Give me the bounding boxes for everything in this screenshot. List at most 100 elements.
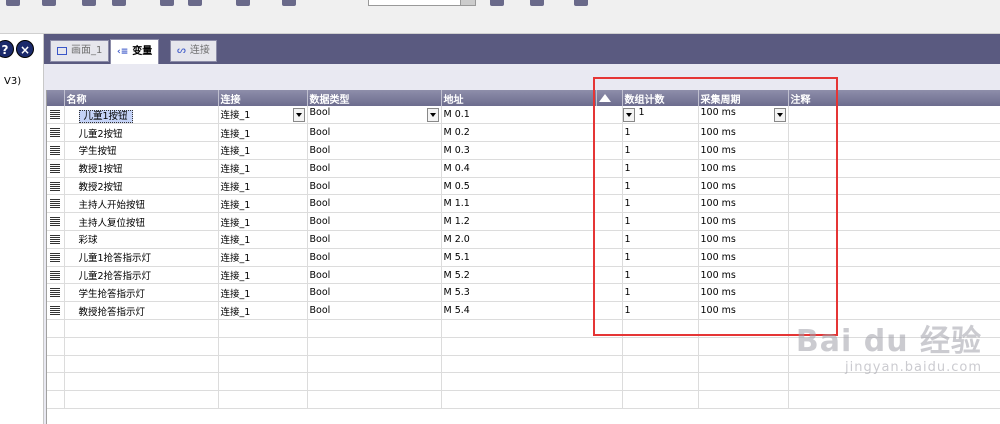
cell-address[interactable]: M 0.1 [441,106,623,125]
cell-connection[interactable]: 连接_1 [218,230,308,249]
table-row[interactable]: 教授1按钮 连接_1 Bool M 0.4 1 100 ms [47,159,1000,178]
cell-name[interactable]: 教授抢答指示灯 [64,301,219,321]
cell-cycle[interactable]: 100 ms [698,123,789,143]
empty-cell[interactable] [307,390,442,410]
empty-cell[interactable] [218,337,308,356]
cell-address[interactable]: M 2.0 [441,230,623,249]
toolbar-icon[interactable] [42,0,56,6]
empty-cell[interactable] [622,355,699,374]
cell-array-count[interactable]: 1 [622,123,699,143]
cell-comment[interactable] [788,212,1000,232]
row-handle[interactable] [47,283,65,303]
toolbar-icon[interactable] [236,0,250,6]
empty-cell[interactable] [307,372,442,392]
cell-cycle[interactable]: 100 ms [698,177,789,196]
empty-cell[interactable] [622,319,699,338]
cell-array-count[interactable]: 1 [622,194,699,214]
cell-datatype[interactable]: Bool [307,177,442,196]
cell-array-count[interactable]: 1 [622,141,699,160]
cell-name[interactable]: 儿童1抢答指示灯 [64,248,219,267]
empty-cell[interactable] [441,390,623,410]
header-array-count[interactable]: 数组计数 [622,90,699,106]
empty-cell[interactable] [307,319,442,338]
cell-cycle[interactable]: 100 ms [698,283,789,303]
cell-connection[interactable]: 连接_1 [218,266,308,285]
cell-name[interactable]: 主持人开始按钮 [64,194,219,214]
empty-cell[interactable] [622,337,699,356]
toolbar-icon[interactable] [160,0,174,6]
empty-cell[interactable] [64,390,219,410]
cell-cycle[interactable]: 100 ms [698,159,789,178]
cell-cycle[interactable]: 100 ms [698,230,789,249]
empty-cell[interactable] [64,355,219,374]
cell-connection[interactable]: 连接_1 [218,194,308,214]
cell-datatype[interactable]: Bool [307,212,442,232]
row-handle[interactable] [47,159,65,178]
cell-cycle[interactable]: 100 ms [698,248,789,267]
cell-comment[interactable] [788,159,1000,178]
table-row[interactable]: 儿童2按钮 连接_1 Bool M 0.2 1 100 ms [47,123,1000,143]
empty-cell[interactable] [64,319,219,338]
row-handle[interactable] [47,141,65,160]
cell-connection[interactable]: 连接_1 [218,141,308,160]
cell-address[interactable]: M 0.2 [441,123,623,143]
row-handle[interactable] [47,194,65,214]
cell-datatype[interactable]: Bool [307,106,442,125]
cell-connection[interactable]: 连接_1 [218,212,308,232]
cell-cycle[interactable]: 100 ms [698,141,789,160]
cell-datatype[interactable]: Bool [307,230,442,249]
tab-screen-1[interactable]: 画面_1 [50,40,110,62]
cell-datatype[interactable]: Bool [307,248,442,267]
empty-cell[interactable] [698,372,789,392]
cell-name[interactable]: 学生按钮 [64,141,219,160]
tab-variables[interactable]: ‹≡ 变量 [110,39,160,64]
cell-comment[interactable] [788,177,1000,196]
table-row[interactable]: 彩球 连接_1 Bool M 2.0 1 100 ms [47,230,1000,249]
header-comment[interactable]: 注释 [788,90,1000,106]
cell-comment[interactable] [788,141,1000,160]
tab-connections[interactable]: ᔕ 连接 [170,40,217,62]
cell-address[interactable]: M 0.5 [441,177,623,196]
header-address[interactable]: 地址 [441,90,597,106]
row-handle[interactable] [47,248,65,267]
header-name[interactable]: 名称 [64,90,219,106]
cell-comment[interactable] [788,283,1000,303]
cell-name[interactable]: 主持人复位按钮 [64,212,219,232]
cell-name[interactable]: 儿童2抢答指示灯 [64,266,219,285]
empty-cell[interactable] [218,355,308,374]
empty-cell[interactable] [441,337,623,356]
cell-datatype[interactable]: Bool [307,194,442,214]
table-row[interactable]: 儿童1抢答指示灯 连接_1 Bool M 5.1 1 100 ms [47,248,1000,267]
cell-cycle[interactable]: 100 ms [698,106,789,125]
toolbar-icon[interactable] [574,0,588,6]
table-row[interactable]: 儿童1按钮 连接_1 Bool M 0.1 1 100 ms [47,106,1000,125]
empty-cell[interactable] [788,372,1000,392]
cell-datatype[interactable]: Bool [307,123,442,143]
cell-comment[interactable] [788,123,1000,143]
cell-address[interactable]: M 5.1 [441,248,623,267]
empty-row[interactable] [47,390,1000,410]
chevron-down-icon[interactable] [773,108,786,123]
cell-datatype[interactable]: Bool [307,159,442,178]
cell-connection[interactable]: 连接_1 [218,177,308,196]
empty-cell[interactable] [698,319,789,338]
cell-address[interactable]: M 1.2 [441,212,623,232]
empty-cell[interactable] [698,355,789,374]
cell-datatype[interactable]: Bool [307,266,442,285]
cell-cycle[interactable]: 100 ms [698,301,789,321]
cell-connection[interactable]: 连接_1 [218,159,308,178]
empty-cell[interactable] [218,319,308,338]
cell-name[interactable]: 彩球 [64,230,219,249]
cell-datatype[interactable]: Bool [307,141,442,160]
cell-array-count[interactable]: 1 [622,283,699,303]
chevron-down-icon[interactable] [426,108,439,123]
header-cycle[interactable]: 采集周期 [698,90,789,106]
header-datatype[interactable]: 数据类型 [307,90,442,106]
row-handle[interactable] [47,123,65,143]
cell-array-count[interactable]: 1 [622,159,699,178]
toolbar-icon[interactable] [6,0,20,6]
table-row[interactable]: 学生抢答指示灯 连接_1 Bool M 5.3 1 100 ms [47,283,1000,303]
close-button[interactable]: × [16,40,34,58]
empty-row[interactable] [47,372,1000,392]
empty-cell[interactable] [441,372,623,392]
